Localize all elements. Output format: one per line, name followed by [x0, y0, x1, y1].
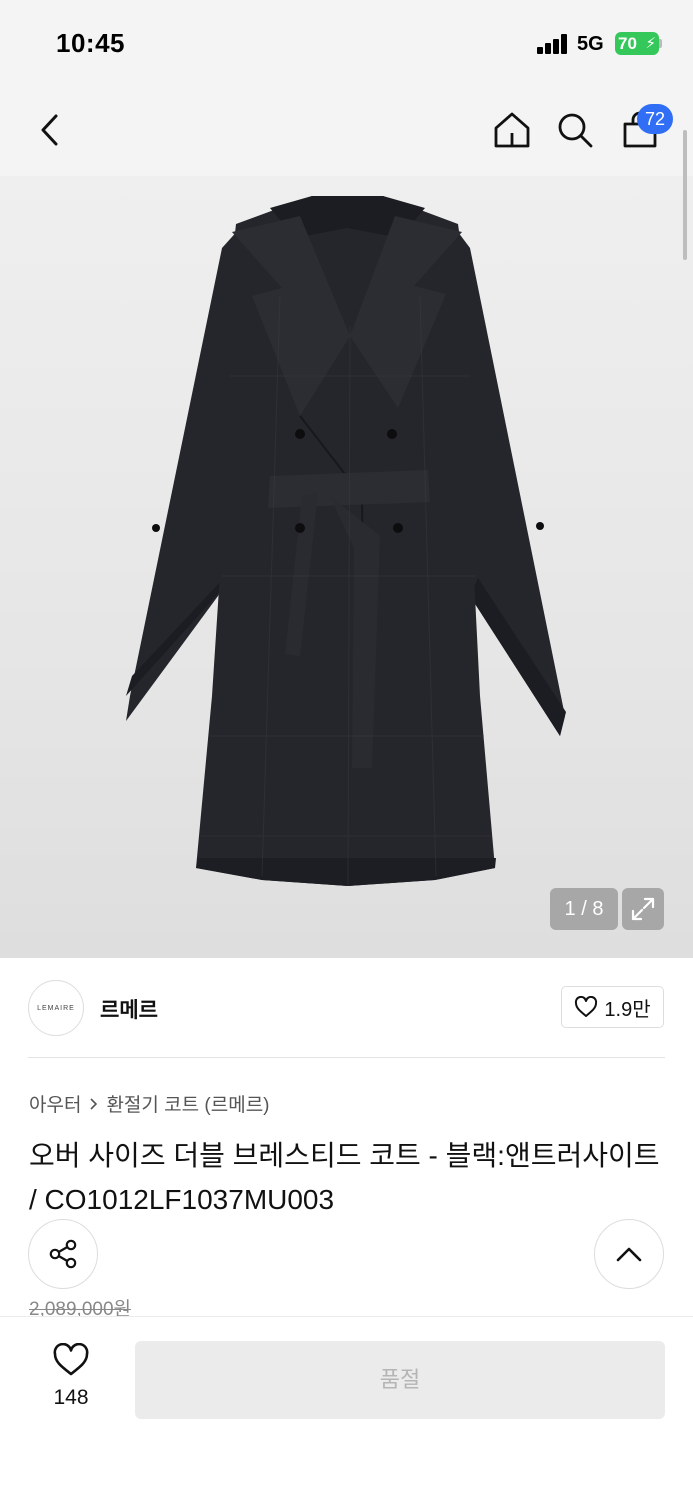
share-icon [49, 1239, 77, 1269]
share-button[interactable] [28, 1219, 98, 1289]
status-bar: 10:45 5G 70 ⚡ [0, 0, 693, 88]
home-button[interactable] [490, 108, 534, 152]
battery-level: 70 [618, 34, 637, 53]
brand-row[interactable]: LEMAIRE 르메르 1.9만 [0, 958, 693, 1058]
network-type: 5G [577, 33, 604, 55]
scroll-indicator [683, 130, 687, 260]
brand-logo-text: LEMAIRE [37, 1005, 75, 1012]
breadcrumb-category[interactable]: 아우터 [29, 1090, 81, 1117]
bottom-action-bar: 148 품절 [0, 1316, 693, 1500]
breadcrumb-subcategory[interactable]: 환절기 코트 (르메르) [106, 1090, 269, 1117]
scroll-top-button[interactable] [594, 1219, 664, 1289]
search-button[interactable] [553, 108, 597, 152]
product-coat-image [126, 196, 566, 887]
home-icon [494, 112, 530, 148]
wish-count: 148 [53, 1386, 89, 1409]
nav-bar [0, 88, 693, 176]
chevron-up-icon [616, 1247, 642, 1262]
brand-like-button[interactable]: 1.9만 [561, 986, 664, 1028]
heart-icon [53, 1342, 89, 1376]
expand-image-button[interactable] [622, 888, 664, 930]
heart-icon [575, 996, 598, 1017]
product-image-gallery[interactable] [0, 176, 693, 958]
chevron-right-icon [90, 1097, 98, 1110]
back-chevron-icon [41, 114, 58, 146]
divider [28, 1057, 665, 1058]
signal-icon [537, 34, 569, 54]
battery-icon: 70 ⚡ [615, 32, 662, 55]
image-counter: 1 / 8 [550, 888, 618, 930]
cart-count-badge: 72 [637, 104, 673, 134]
brand-like-count: 1.9만 [604, 998, 651, 1021]
product-title: 오버 사이즈 더블 브레스티드 코트 - 블랙:앤트러사이트 / CO1012L… [29, 1140, 660, 1215]
expand-icon [631, 897, 655, 921]
back-button[interactable] [28, 108, 72, 152]
soldout-button[interactable]: 품절 [135, 1341, 665, 1419]
status-time: 10:45 [56, 28, 125, 58]
brand-logo[interactable]: LEMAIRE [28, 980, 84, 1036]
wish-button[interactable]: 148 [38, 1342, 104, 1410]
breadcrumb: 아우터 환절기 코트 (르메르) [29, 1090, 270, 1117]
search-icon [558, 113, 593, 148]
brand-name[interactable]: 르메르 [100, 994, 158, 1024]
